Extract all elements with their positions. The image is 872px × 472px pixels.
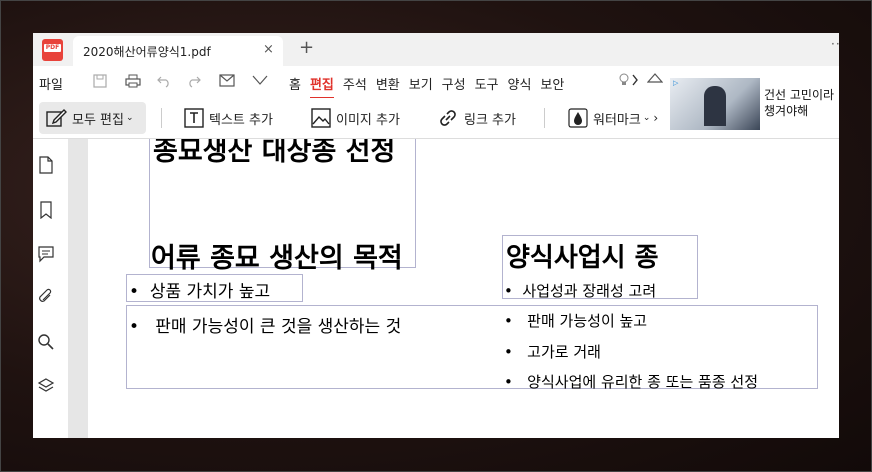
bullet-right-4: • 양식사업에 유리한 종 또는 품종 선정 <box>504 373 759 391</box>
document-tab[interactable]: 2020해산어류양식1.pdf × <box>73 36 283 66</box>
lightbulb-icon[interactable] <box>617 72 639 92</box>
save-icon[interactable] <box>93 74 107 92</box>
left-heading: 어류 종묘 생산의 목적 <box>151 243 403 274</box>
text-box-icon <box>184 108 204 128</box>
toolbar-divider <box>161 108 162 128</box>
new-tab-button[interactable]: + <box>299 37 314 58</box>
menu-item-home[interactable]: 홈 <box>289 74 301 93</box>
edit-all-button[interactable]: 모두 편집 ⌄ <box>39 102 146 134</box>
email-icon[interactable] <box>219 74 235 91</box>
menu-item-convert[interactable]: 변환 <box>376 74 400 93</box>
bullet-right-1: • 사업성과 장래성 고려 <box>504 282 657 300</box>
add-link-label: 링크 추가 <box>464 112 516 128</box>
redo-icon[interactable] <box>187 74 201 92</box>
watermark-dropdown-icon: ⌄ <box>642 113 651 123</box>
quick-access-dropdown-icon[interactable] <box>252 74 268 90</box>
cut-heading-text: 종묘생산 대상종 선정 <box>153 139 396 167</box>
toolbar-divider <box>544 108 545 128</box>
menu-item-organize[interactable]: 구성 <box>442 74 466 93</box>
more-options-icon[interactable]: ·· <box>831 37 839 51</box>
watermark-label: 워터마크 <box>593 112 641 128</box>
page-gutter <box>68 139 88 438</box>
add-text-button[interactable]: 텍스트 추가 <box>184 102 273 134</box>
menu-item-view[interactable]: 보기 <box>409 74 433 93</box>
left-sidebar <box>33 139 68 438</box>
edit-pencil-icon <box>46 109 67 127</box>
ad-image <box>670 78 760 130</box>
menu-item-security[interactable]: 보안 <box>540 74 564 93</box>
advertisement-banner[interactable]: ▷ 건선 고민이라 챙겨야해 <box>670 78 839 130</box>
menu-item-form[interactable]: 양식 <box>508 74 532 93</box>
ad-choices-icon[interactable]: ▷ <box>673 79 678 87</box>
add-image-button[interactable]: 이미지 추가 <box>311 102 400 134</box>
watermark-drop-icon <box>568 108 588 128</box>
pdf-editor-window: PDF 2020해산어류양식1.pdf × + ·· 파일 홈 편집 <box>33 33 839 438</box>
bullet-right-2: • 판매 가능성이 높고 <box>504 312 648 330</box>
bookmark-icon[interactable] <box>37 201 55 219</box>
menu-items: 홈 편집 주석 변환 보기 구성 도구 양식 보안 <box>289 74 573 99</box>
tab-bar: PDF 2020해산어류양식1.pdf × + ·· <box>33 33 839 66</box>
collapse-ribbon-icon[interactable] <box>646 72 664 88</box>
layers-icon[interactable] <box>37 377 55 395</box>
link-icon <box>440 110 456 126</box>
tab-title: 2020해산어류양식1.pdf <box>83 45 211 59</box>
app-logo-icon: PDF <box>42 39 63 61</box>
add-text-label: 텍스트 추가 <box>209 112 273 128</box>
attachment-icon[interactable] <box>37 288 55 306</box>
pdf-page: 종묘생산 대상종 선정 어류 종묘 생산의 목적 양식사업시 종 • 상품 가치… <box>88 139 839 438</box>
bullet-right-3: • 고가로 거래 <box>504 343 601 361</box>
bullet-left-1: • 상품 가치가 높고 <box>129 282 271 302</box>
right-heading: 양식사업시 종 <box>506 243 659 273</box>
page-thumbnail-icon[interactable] <box>37 156 55 174</box>
edit-all-dropdown-icon: ⌄ <box>125 113 134 123</box>
bullet-left-2: • 판매 가능성이 큰 것을 생산하는 것 <box>129 317 402 337</box>
edit-all-label: 모두 편집 <box>72 112 124 128</box>
add-link-button[interactable]: 링크 추가 <box>437 102 516 134</box>
search-icon[interactable] <box>37 333 55 351</box>
menu-item-comment[interactable]: 주석 <box>343 74 367 93</box>
ad-text: 건선 고민이라 챙겨야해 <box>764 88 835 118</box>
image-icon <box>311 108 331 128</box>
menu-item-edit[interactable]: 편집 <box>309 74 334 99</box>
menu-item-tools[interactable]: 도구 <box>475 74 499 93</box>
watermark-button[interactable]: 워터마크 ⌄ › <box>568 102 658 134</box>
toolbar-scroll-right-icon[interactable]: › <box>653 111 658 125</box>
menu-file[interactable]: 파일 <box>39 74 63 93</box>
tab-close-icon[interactable]: × <box>263 42 274 57</box>
comment-icon[interactable] <box>37 245 55 263</box>
undo-icon[interactable] <box>157 74 171 92</box>
add-image-label: 이미지 추가 <box>336 112 400 128</box>
print-icon[interactable] <box>125 74 141 92</box>
edit-toolbar: 모두 편집 ⌄ 텍스트 추가 이미지 추가 링크 추가 워터마크 ⌄ › <box>33 98 670 138</box>
